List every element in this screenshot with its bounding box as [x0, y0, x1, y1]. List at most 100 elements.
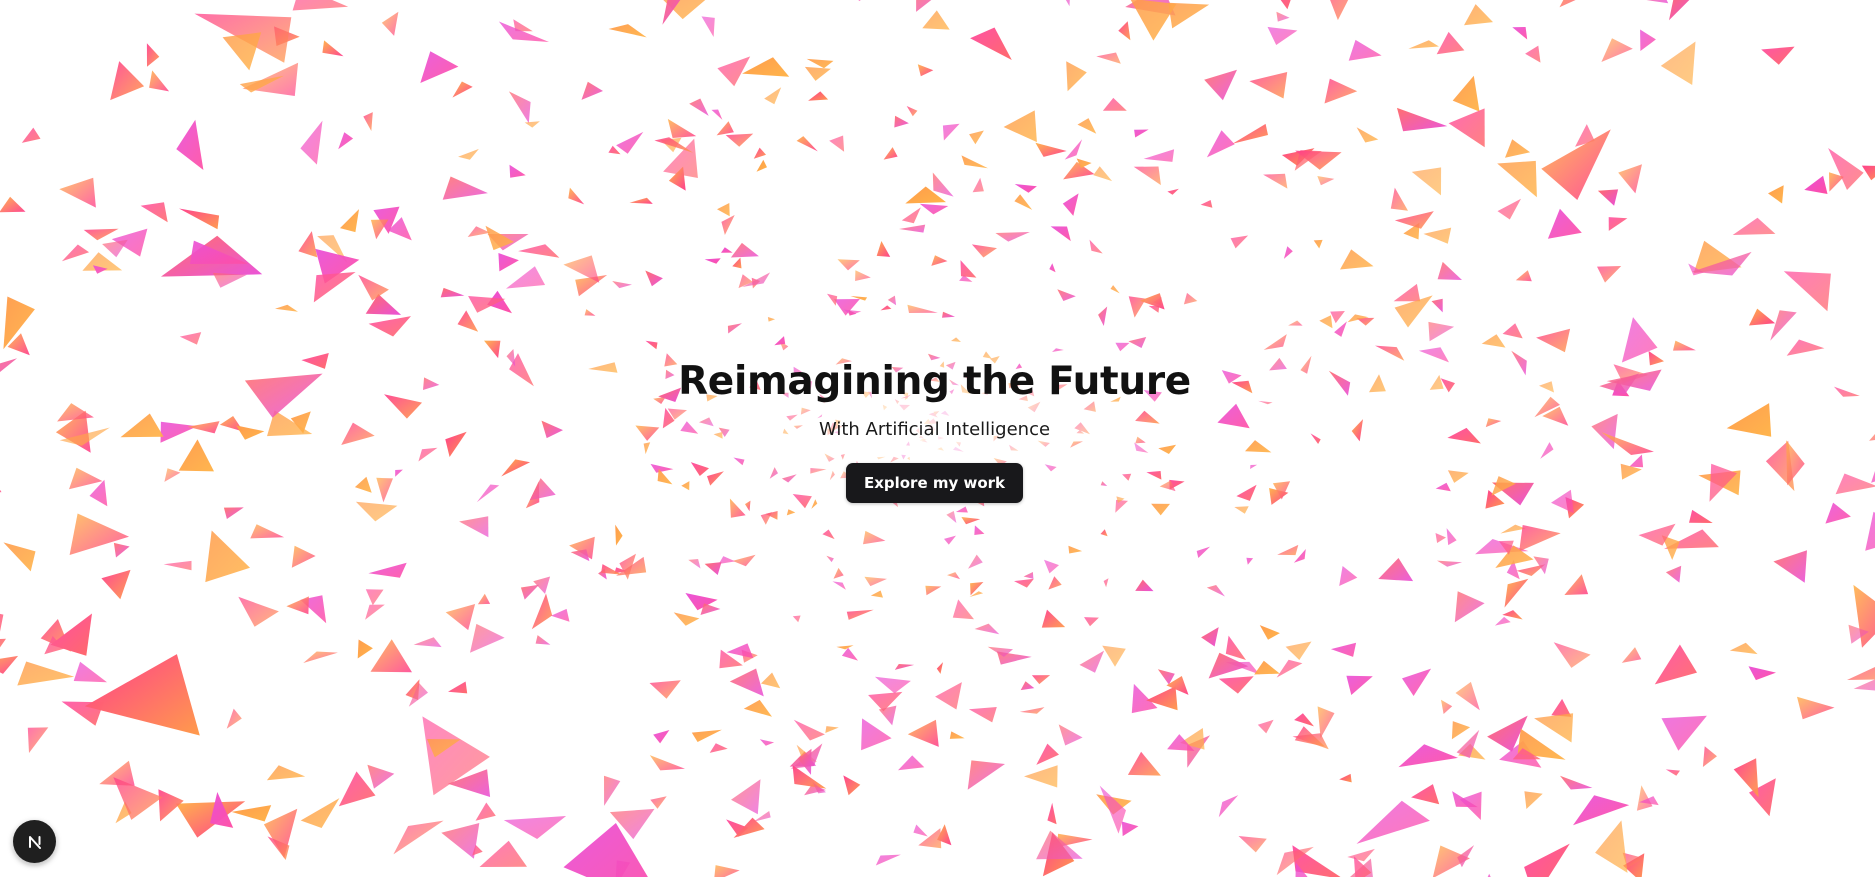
triangle-shard	[420, 51, 459, 83]
triangle-shard	[535, 635, 551, 645]
triangle-shard	[470, 623, 505, 653]
triangle-shard	[370, 639, 412, 673]
triangle-shard	[1285, 641, 1312, 660]
triangle-shard	[3, 542, 36, 572]
triangle-shard	[110, 61, 145, 101]
triangle-shard	[894, 115, 909, 128]
triangle-shard	[1515, 270, 1532, 282]
triangle-shard	[1553, 642, 1591, 668]
nextjs-dev-indicator-button[interactable]	[13, 820, 56, 863]
triangle-shard	[1504, 578, 1529, 608]
triangle-shard	[1246, 557, 1254, 565]
triangle-shard	[1437, 560, 1463, 567]
triangle-shard	[761, 672, 781, 689]
triangle-shard	[1797, 696, 1835, 720]
triangle-shard	[1183, 292, 1198, 305]
triangle-shard	[974, 525, 985, 535]
triangle-shard	[1847, 667, 1875, 680]
triangle-shard	[1100, 529, 1108, 537]
triangle-shard	[448, 681, 468, 694]
triangle-shard	[1394, 211, 1434, 229]
triangle-shard	[901, 207, 921, 224]
triangle-shard	[1601, 38, 1633, 62]
triangle-shard	[1057, 289, 1076, 301]
triangle-shard	[1435, 533, 1446, 543]
triangle-shard	[84, 654, 200, 736]
triangle-shard	[452, 81, 473, 98]
triangle-shard	[1103, 578, 1109, 588]
triangle-shard	[743, 699, 772, 717]
triangle-shard	[971, 244, 997, 258]
triangle-shard	[1313, 239, 1323, 249]
triangle-shard	[1525, 45, 1541, 63]
triangle-shard	[1099, 785, 1126, 834]
triangle-shard	[1257, 719, 1274, 734]
triangle-shard	[0, 196, 26, 213]
triangle-shard	[1804, 175, 1828, 194]
triangle-shard	[393, 820, 444, 855]
triangle-shard	[101, 569, 131, 600]
triangle-shard	[563, 255, 600, 283]
triangle-shard	[767, 317, 776, 322]
triangle-shard	[1356, 127, 1379, 143]
triangle-shard	[355, 501, 398, 522]
triangle-shard	[1640, 29, 1656, 51]
triangle-shard	[1397, 107, 1448, 132]
triangle-shard	[855, 270, 871, 281]
explore-my-work-button[interactable]: Explore my work	[845, 463, 1024, 503]
triangle-shard	[1411, 167, 1442, 196]
triangle-shard	[1204, 69, 1237, 101]
triangle-shard	[1761, 46, 1795, 65]
triangle-shard	[836, 645, 854, 650]
triangle-shard	[21, 127, 41, 143]
triangle-shard	[732, 554, 756, 567]
triangle-shard	[1324, 78, 1358, 104]
triangle-shard	[731, 779, 761, 815]
triangle-shard	[1597, 189, 1619, 206]
triangle-shard	[1559, 0, 1576, 8]
triangle-shard	[1128, 337, 1147, 348]
triangle-shard	[1560, 775, 1593, 790]
triangle-shard	[1135, 579, 1154, 592]
triangle-shard	[1334, 321, 1347, 337]
triangle-shard	[581, 81, 603, 100]
triangle-shard	[1276, 659, 1303, 678]
triangle-shard	[1102, 97, 1127, 111]
triangle-shard	[1618, 164, 1642, 194]
triangle-shard	[1127, 751, 1161, 776]
triangle-shard	[629, 197, 653, 204]
triangle-shard	[1102, 645, 1126, 667]
triangle-shard	[1014, 194, 1033, 210]
triangle-shard	[59, 177, 96, 208]
triangle-shard	[936, 662, 943, 674]
triangle-shard	[1505, 139, 1531, 158]
triangle-shard	[1865, 511, 1875, 551]
triangle-shard	[1068, 545, 1083, 554]
triangle-shard	[368, 562, 407, 578]
triangle-shard	[949, 731, 965, 739]
triangle-shard	[322, 40, 344, 57]
triangle-shard	[717, 203, 730, 217]
triangle-shard	[479, 840, 527, 867]
triangle-shard	[1238, 836, 1267, 853]
triangle-shard	[1143, 149, 1175, 162]
triangle-shard	[1733, 758, 1759, 798]
triangle-shard	[520, 584, 540, 600]
triangle-shard	[756, 159, 767, 172]
triangle-shard	[829, 135, 845, 152]
triangle-shard	[1130, 0, 1177, 41]
triangle-shard	[1340, 249, 1374, 270]
triangle-shard	[960, 260, 977, 278]
triangle-shard	[357, 639, 373, 659]
triangle-shard	[1770, 310, 1797, 341]
triangle-shard	[1660, 41, 1696, 85]
triangle-shard	[1748, 666, 1776, 681]
triangle-shard	[645, 340, 658, 350]
triangle-shard	[942, 123, 960, 141]
triangle-shard	[1206, 585, 1225, 597]
triangle-shard	[1378, 558, 1414, 582]
triangle-shard	[146, 43, 160, 67]
triangle-shard	[726, 643, 754, 659]
hero-title: Reimagining the Future	[678, 359, 1191, 404]
triangle-shard	[876, 241, 891, 257]
